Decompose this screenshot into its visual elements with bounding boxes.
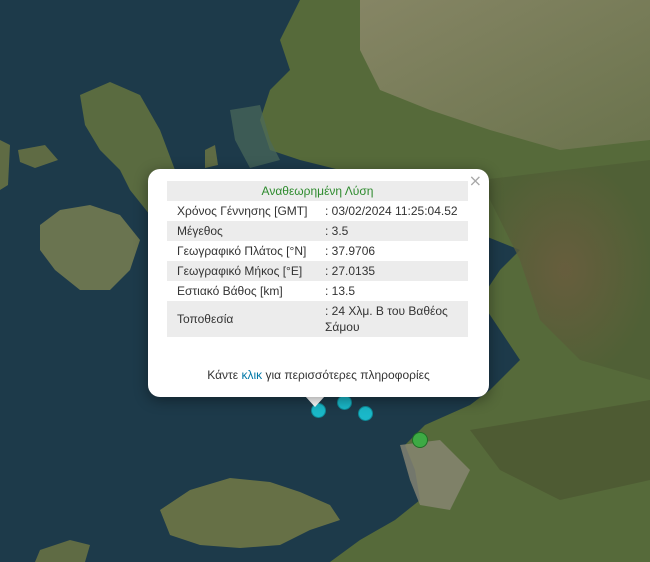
more-info-link[interactable]: κλικ — [241, 368, 262, 382]
table-row: Χρόνος Γέννησης [GMT] : 03/02/2024 11:25… — [167, 201, 468, 221]
earthquake-popup: × Αναθεωρημένη Λύση Χρόνος Γέννησης [GMT… — [148, 169, 489, 397]
table-row: Μέγεθος : 3.5 — [167, 221, 468, 241]
table-row: Γεωγραφικό Μήκος [°E] : 27.0135 — [167, 261, 468, 281]
close-icon[interactable]: × — [469, 172, 482, 190]
popup-tip — [305, 396, 325, 407]
row-value: : 27.0135 — [319, 261, 468, 281]
row-label: Χρόνος Γέννησης [GMT] — [177, 204, 308, 218]
more-info-line: Κάντε κλικ για περισσότερες πληροφορίες — [148, 368, 489, 382]
row-label: Τοποθεσία — [167, 301, 319, 337]
table-row: Εστιακό Βάθος [km] : 13.5 — [167, 281, 468, 301]
earthquake-marker[interactable] — [412, 432, 428, 448]
row-value: : 3.5 — [319, 221, 468, 241]
table-row: Γεωγραφικό Πλάτος [°N] : 37.9706 — [167, 241, 468, 261]
more-prefix: Κάντε — [207, 368, 239, 382]
row-value: : 37.9706 — [325, 244, 376, 258]
row-value: : 24 Χλμ. Β του Βαθέος Σάμου — [319, 301, 468, 337]
row-label: Μέγεθος — [167, 221, 319, 241]
row-label: Γεωγραφικό Μήκος [°E] — [167, 261, 319, 281]
table-title-row: Αναθεωρημένη Λύση — [167, 181, 468, 201]
earthquake-info-table: Αναθεωρημένη Λύση Χρόνος Γέννησης [GMT] … — [167, 181, 468, 337]
popup-title: Αναθεωρημένη Λύση — [167, 181, 468, 201]
row-label: Γεωγραφικό Πλάτος [°N] — [177, 244, 307, 258]
row-label: Εστιακό Βάθος [km] — [177, 284, 283, 298]
earthquake-marker[interactable] — [337, 395, 352, 410]
row-value: : 13.5 — [325, 284, 356, 298]
row-value: : 03/02/2024 11:25:04.52 — [325, 204, 458, 218]
table-row: Τοποθεσία : 24 Χλμ. Β του Βαθέος Σάμου — [167, 301, 468, 337]
more-suffix: για περισσότερες πληροφορίες — [265, 368, 430, 382]
earthquake-marker[interactable] — [358, 406, 373, 421]
